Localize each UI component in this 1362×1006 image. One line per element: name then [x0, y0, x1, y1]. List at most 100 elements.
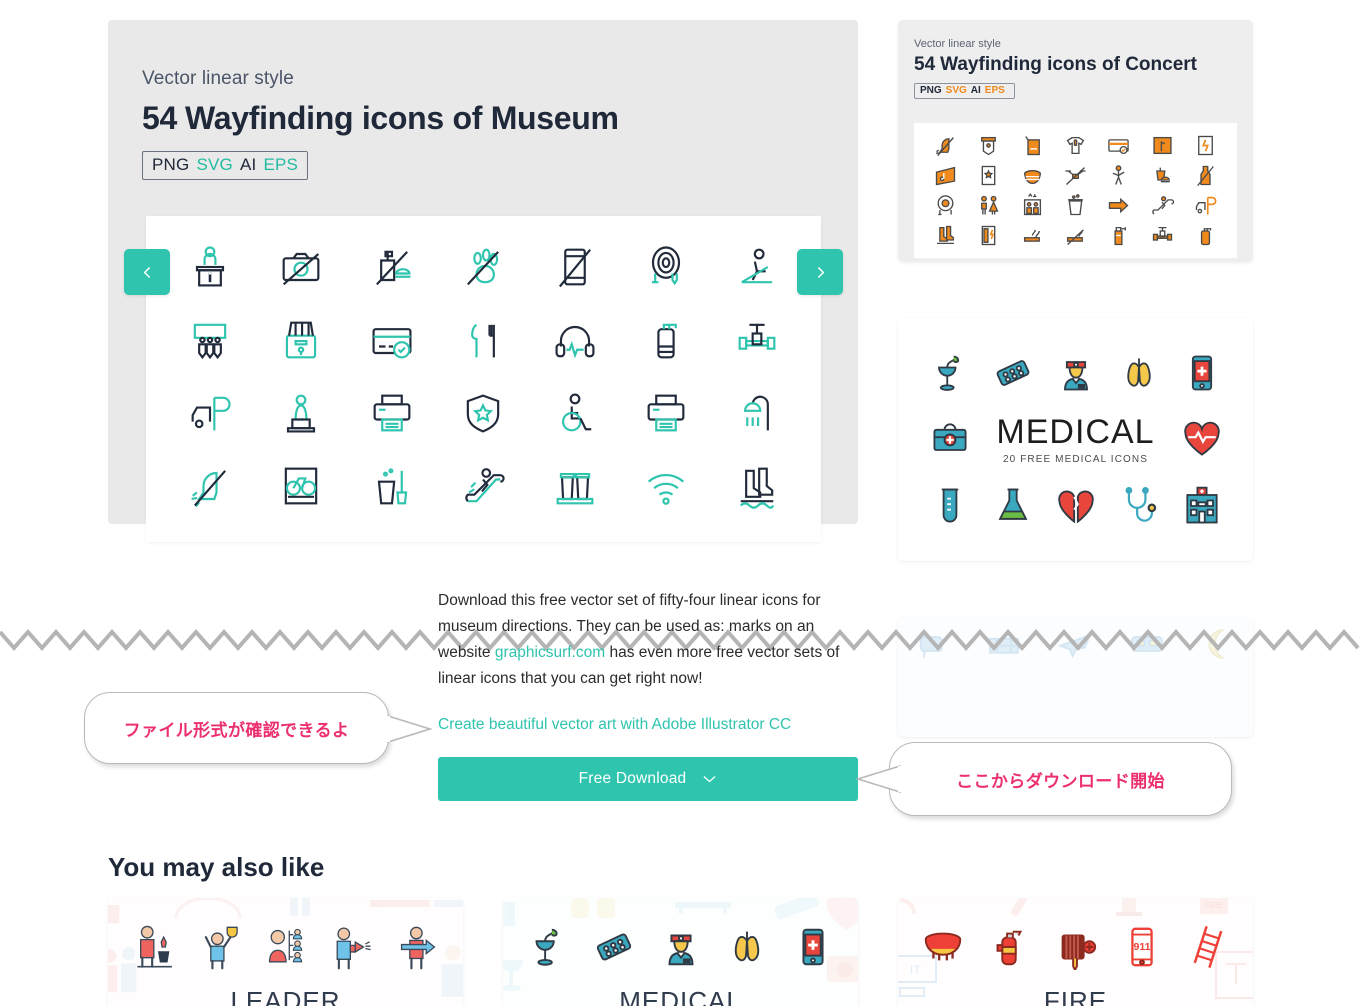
ghost-shape-icon: FIRE: [1200, 898, 1228, 914]
svg-text:FIRE: FIRE: [1205, 901, 1223, 910]
face-mask-icon: [1011, 161, 1054, 191]
ticket-icon: [924, 161, 967, 191]
no-noise-icon: [924, 131, 967, 161]
ghost-shape-icon: [675, 902, 731, 914]
preview-header: Vector linear style 54 Wayfinding icons o…: [108, 20, 858, 180]
water-pipe-valve-icon: [712, 303, 803, 376]
you-may-also-like-title: You may also like: [108, 852, 325, 882]
restrooms-icon: [967, 191, 1010, 221]
lockers-icon: [255, 303, 346, 376]
leader-icons-card[interactable]: LEADER: [108, 898, 463, 1006]
carousel-next-button[interactable]: [797, 249, 843, 295]
medical-icon-row: [525, 924, 836, 970]
medical-phone-icon: [802, 928, 824, 966]
concert-title: 54 Wayfinding icons of Concert: [914, 54, 1253, 76]
stethoscope-icon: [1117, 484, 1161, 528]
lungs-icon: [734, 931, 759, 962]
preview-card: Vector linear style 54 Wayfinding icons o…: [108, 20, 858, 542]
concert-format-eps: EPS: [984, 85, 1005, 96]
carousel-prev-button[interactable]: [124, 249, 170, 295]
mailbox-icon: [919, 636, 943, 658]
concert-format-ai: AI: [970, 85, 981, 96]
concert-format-badge: PNG SVG AI EPS: [914, 83, 1015, 99]
fire-hose-reel-icon: [924, 191, 967, 221]
medical-word: MEDICAL: [996, 413, 1155, 452]
related-card-transport[interactable]: [898, 617, 1253, 737]
adobe-illustrator-link[interactable]: Create beautiful vector art with Adobe I…: [438, 716, 791, 734]
related-card-concert[interactable]: Vector linear style 54 Wayfinding icons o…: [898, 20, 1253, 262]
test-tube-icon: [928, 484, 972, 528]
firefighting-icons-card[interactable]: FIRE IT 911 FIRE: [898, 898, 1253, 1006]
free-download-button[interactable]: Free Download: [438, 757, 858, 801]
callout-left-tail: [386, 714, 432, 744]
ghost-shape-icon: [571, 898, 615, 918]
banner-icon: [967, 131, 1010, 161]
food-drink-icon: [1140, 161, 1183, 191]
no-mobile-phone-icon: [529, 230, 620, 303]
fire-icon-row: 911: [920, 924, 1231, 970]
medical-card-wordmark: MEDICAL: [619, 986, 742, 1006]
pill-blister-icon: [597, 933, 632, 961]
nurse-icon: [1054, 351, 1098, 395]
audio-guide-headphones-icon: [529, 303, 620, 376]
concert-icon-grid: [914, 123, 1237, 258]
icon-preview-sheet: [146, 216, 821, 542]
page-root: Vector linear style 54 Wayfinding icons o…: [0, 0, 1362, 1006]
ladder-icon: [1193, 926, 1223, 968]
disabled-access-icon: [529, 376, 620, 449]
callout-right-tail: [856, 764, 902, 794]
pharmacy-bowl-icon: [535, 928, 558, 966]
medical-icons-card[interactable]: MEDICAL: [503, 898, 858, 1006]
fire-alarm-bell-icon: [924, 932, 962, 961]
fire-extinguisher-icon: [996, 930, 1023, 966]
download-button-label: Free Download: [578, 770, 687, 787]
svg-text:911: 911: [1133, 941, 1150, 953]
pharmacy-bowl-icon: [928, 351, 972, 395]
concert-eyebrow: Vector linear style: [914, 38, 1001, 50]
concert-icon-sheet: [914, 123, 1237, 258]
erlenmeyer-flask-icon: [991, 484, 1035, 528]
hospital-building-icon: [1180, 484, 1224, 528]
chevron-left-icon: [143, 266, 150, 278]
concert-title-text: Wayfinding icons of Concert: [940, 54, 1197, 75]
stage-icon: [1140, 131, 1183, 161]
recycling-bins-icon: [529, 449, 620, 522]
transport-icon-row: [912, 623, 1239, 665]
page-title: 54 Wayfinding icons of Museum: [142, 100, 858, 137]
card-payment-icon: [347, 303, 438, 376]
no-pets-icon: [438, 230, 529, 303]
card-payment-icon: [1097, 131, 1140, 161]
medical-icon-grid: MEDICAL 20 FREE MEDICAL ICONS: [918, 340, 1233, 539]
callout-file-formats: ファイル形式が確認できるよ: [84, 692, 389, 764]
first-aid-kit-icon: [928, 417, 972, 461]
callout-download-start: ここからダウンロード開始: [889, 742, 1232, 816]
information-desk-icon: [164, 230, 255, 303]
direction-arrow-icon: [1097, 191, 1140, 221]
concert-count: 54: [914, 54, 936, 75]
format-ai: AI: [239, 155, 257, 174]
chevron-down-icon: [703, 776, 716, 783]
graphicsurf-link[interactable]: graphicsurf.com: [495, 644, 605, 661]
no-smoking-icon: [1054, 220, 1097, 250]
ghost-shape-icon: [1011, 898, 1028, 917]
water-pipe-valve-icon: [1140, 220, 1183, 250]
description-text: Download this free vector set of fifty-f…: [438, 588, 858, 692]
wheelchair-ramp-icon: [712, 230, 803, 303]
emergency-exit-icon: [1184, 131, 1227, 161]
medical-wordmark: MEDICAL 20 FREE MEDICAL ICONS: [981, 413, 1170, 465]
cleaning-service-icon: [347, 449, 438, 522]
vip-pass-icon: [1011, 131, 1054, 161]
related-card-medical[interactable]: MEDICAL 20 FREE MEDICAL ICONS: [898, 318, 1253, 561]
medical-phone-icon: [1180, 351, 1224, 395]
escalator-icon: [1140, 191, 1183, 221]
car-parking-icon: [1184, 191, 1227, 221]
format-badge: PNG SVG AI EPS: [142, 151, 309, 180]
spray-bottle-icon: [1097, 220, 1140, 250]
leader-wordmark: LEADER: [230, 986, 341, 1006]
format-eps: EPS: [263, 155, 299, 174]
preview-eyebrow: Vector linear style: [142, 68, 294, 89]
org-chart-icon: [268, 928, 302, 963]
ghost-shape-icon: [1116, 898, 1142, 916]
broken-heart-icon: [1054, 484, 1098, 528]
security-shield-icon: [438, 376, 529, 449]
